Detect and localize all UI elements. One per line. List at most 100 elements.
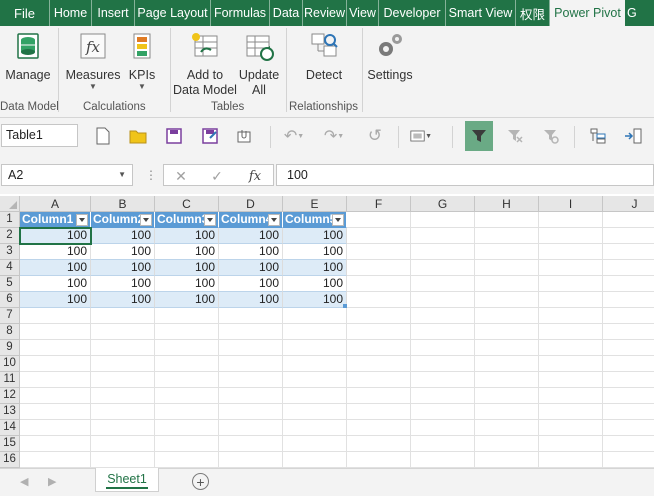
column-header-e[interactable]: E [283, 196, 347, 212]
grid-cell[interactable] [155, 340, 219, 356]
add-sheet-button[interactable]: + [192, 473, 209, 490]
table-cell[interactable]: 100 [155, 228, 219, 244]
grid-cell[interactable] [219, 436, 283, 452]
grid-cell[interactable] [20, 340, 91, 356]
grid-cell[interactable] [91, 420, 155, 436]
filter-icon[interactable] [465, 121, 493, 151]
grid-cell[interactable] [475, 244, 539, 260]
grid-cell[interactable] [219, 420, 283, 436]
column-header-g[interactable]: G [411, 196, 475, 212]
table-cell[interactable]: 100 [20, 292, 91, 308]
grid-cell[interactable] [603, 356, 654, 372]
grid-cell[interactable] [91, 324, 155, 340]
grid-cell[interactable] [219, 452, 283, 468]
grid-cell[interactable] [411, 244, 475, 260]
worksheet-grid[interactable]: A B C D E F G H I J 1 Column1 Column2 Column3 Column4 C… [0, 196, 654, 468]
grid-cell[interactable] [603, 452, 654, 468]
tab-page-layout[interactable]: Page Layout [135, 0, 211, 26]
grid-cell[interactable] [603, 292, 654, 308]
column-header-b[interactable]: B [91, 196, 155, 212]
row-header-10[interactable]: 10 [0, 356, 20, 372]
grid-cell[interactable] [475, 452, 539, 468]
grid-cell[interactable] [347, 292, 411, 308]
grid-cell[interactable] [603, 276, 654, 292]
grid-cell[interactable] [91, 340, 155, 356]
save-icon[interactable] [163, 125, 185, 147]
grid-cell[interactable] [20, 372, 91, 388]
grid-cell[interactable] [283, 420, 347, 436]
grid-cell[interactable] [411, 372, 475, 388]
grid-cell[interactable] [219, 404, 283, 420]
filter-dropdown-icon[interactable] [204, 214, 216, 226]
grid-cell[interactable] [283, 372, 347, 388]
table-cell[interactable]: 100 [155, 276, 219, 292]
scroll-left-icon[interactable]: ◀ [20, 475, 28, 488]
grid-cell[interactable] [539, 228, 603, 244]
tab-review[interactable]: Review [303, 0, 347, 26]
column-header-c[interactable]: C [155, 196, 219, 212]
grid-cell[interactable] [91, 356, 155, 372]
grid-cell[interactable] [91, 388, 155, 404]
detect-button[interactable]: Detect [302, 30, 346, 83]
grid-cell[interactable] [411, 356, 475, 372]
grid-cell[interactable] [347, 436, 411, 452]
settings-button[interactable]: Settings [366, 30, 414, 83]
table-cell[interactable]: 100 [283, 260, 347, 276]
grid-cell[interactable] [155, 420, 219, 436]
grid-cell[interactable] [219, 372, 283, 388]
table-header-cell[interactable]: Column3 [155, 212, 219, 228]
row-header-13[interactable]: 13 [0, 404, 20, 420]
row-header-6[interactable]: 6 [0, 292, 20, 308]
grid-cell[interactable] [20, 308, 91, 324]
grid-cell[interactable] [539, 420, 603, 436]
tab-home[interactable]: Home [50, 0, 92, 26]
grid-cell[interactable] [155, 372, 219, 388]
grid-cell[interactable] [603, 244, 654, 260]
grid-cell[interactable] [91, 372, 155, 388]
row-header-7[interactable]: 7 [0, 308, 20, 324]
select-all-corner[interactable] [0, 196, 20, 212]
tab-permissions[interactable]: 权限 [516, 0, 550, 26]
grid-cell[interactable] [603, 420, 654, 436]
grid-cell[interactable] [539, 212, 603, 228]
grid-cell[interactable] [91, 404, 155, 420]
grid-cell[interactable] [283, 356, 347, 372]
filter-dropdown-icon[interactable] [332, 214, 344, 226]
grid-cell[interactable] [411, 420, 475, 436]
table-cell[interactable]: 100 [20, 260, 91, 276]
grid-cell[interactable] [219, 340, 283, 356]
row-header-16[interactable]: 16 [0, 452, 20, 468]
table-cell[interactable]: 100 [20, 276, 91, 292]
table-cell[interactable]: 100 [283, 292, 347, 308]
grid-cell[interactable] [603, 340, 654, 356]
table-header-cell[interactable]: Column4 [219, 212, 283, 228]
grid-cell[interactable] [539, 436, 603, 452]
table-cell[interactable]: 100 [283, 228, 347, 244]
grid-cell[interactable] [347, 404, 411, 420]
grid-cell[interactable] [603, 324, 654, 340]
row-header-5[interactable]: 5 [0, 276, 20, 292]
grid-cell[interactable] [411, 452, 475, 468]
filter-dropdown-icon[interactable] [140, 214, 152, 226]
grid-cell[interactable] [20, 356, 91, 372]
kpis-button[interactable]: KPIs ▼ [126, 30, 158, 91]
name-box[interactable]: A2 ▼ [1, 164, 133, 186]
reapply-filter-icon[interactable] [540, 125, 562, 147]
grid-cell[interactable] [475, 228, 539, 244]
grid-cell[interactable] [475, 420, 539, 436]
add-to-data-model-button[interactable]: Add to Data Model [172, 30, 238, 98]
attach-icon[interactable] [233, 125, 255, 147]
grid-cell[interactable] [283, 340, 347, 356]
grid-cell[interactable] [411, 388, 475, 404]
new-icon[interactable] [92, 125, 114, 147]
grid-cell[interactable] [411, 436, 475, 452]
grid-cell[interactable] [20, 452, 91, 468]
outline-icon[interactable] [587, 125, 609, 147]
refresh-icon[interactable]: ↺ [364, 125, 386, 147]
grid-cell[interactable] [539, 276, 603, 292]
undo-icon[interactable]: ↶ ▼ [283, 125, 305, 147]
grid-cell[interactable] [475, 260, 539, 276]
grid-cell[interactable] [155, 324, 219, 340]
row-header-1[interactable]: 1 [0, 212, 20, 228]
grid-cell[interactable] [411, 404, 475, 420]
